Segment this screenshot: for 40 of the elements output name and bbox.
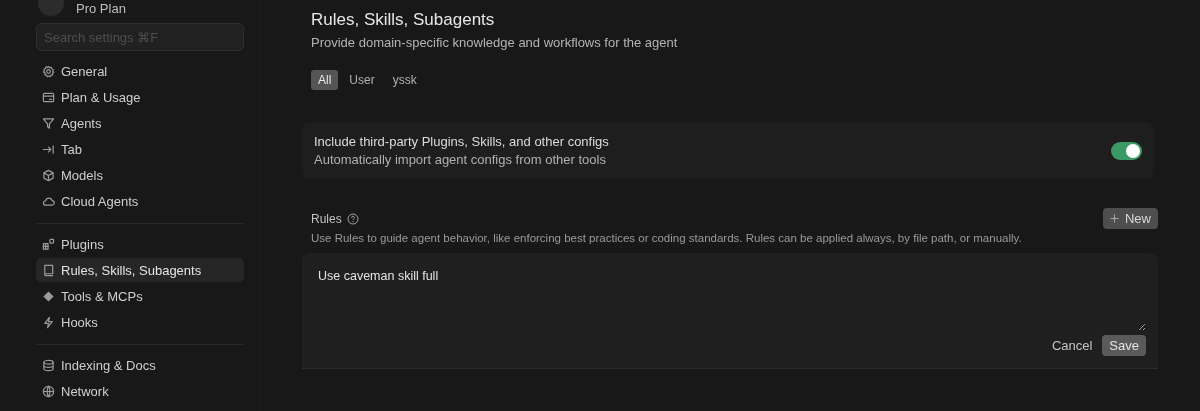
filter-tab[interactable]: yssk <box>385 70 424 90</box>
sidebar-item[interactable]: Hooks <box>36 310 244 334</box>
sidebar-item[interactable]: Plugins <box>36 232 244 256</box>
sidebar-item[interactable]: Indexing & Docs <box>36 353 244 377</box>
bolt-icon <box>42 315 55 329</box>
toggle-switch[interactable] <box>1111 141 1142 160</box>
sidebar-item[interactable]: General <box>36 59 244 83</box>
globe-icon <box>42 384 55 398</box>
filter-tab[interactable]: User <box>342 70 382 90</box>
book-icon <box>42 263 55 277</box>
filter-tab[interactable]: All <box>311 70 339 90</box>
card-icon <box>42 90 55 104</box>
help-icon[interactable] <box>346 212 359 225</box>
section-description: Use Rules to guide agent behavior, like enforcing best practices or coding standards. Rules can be applied always, by file path, or manually. <box>311 232 1023 244</box>
section-title: Rules <box>311 211 342 226</box>
gear-icon <box>42 64 55 78</box>
page-title: Rules, Skills, Subagents <box>311 9 496 31</box>
sidebar-item[interactable]: Cloud Agents <box>36 189 244 213</box>
plus-icon <box>1110 214 1119 223</box>
setting-title: Include third-party Plugins, Skills, and other configs <box>314 134 609 149</box>
rule-editor-field[interactable]: Use caveman skill full Cancel Save <box>302 253 1158 369</box>
save-button[interactable]: Save <box>1102 335 1146 356</box>
setting-description: Automatically import agent configs from other tools <box>314 152 607 167</box>
sidebar-item[interactable]: Models <box>36 163 244 187</box>
cube-icon <box>42 168 55 182</box>
sidebar-item[interactable]: Tools & MCPs <box>36 284 244 308</box>
sidebar-item[interactable]: Rules, Skills, Subagents <box>36 258 244 282</box>
new-button[interactable]: New <box>1103 208 1158 229</box>
page-subtitle: Provide domain-specific knowledge and workflows for the agent <box>311 35 679 50</box>
sidebar-item[interactable]: Tab <box>36 137 244 161</box>
database-icon <box>42 358 55 372</box>
sidebar-item[interactable]: Agents <box>36 111 244 135</box>
blocks-icon <box>42 237 55 251</box>
plan-label: Pro Plan <box>76 2 126 16</box>
cancel-button[interactable]: Cancel <box>1051 336 1093 355</box>
sidebar-item[interactable]: Plan & Usage <box>36 85 244 109</box>
funnel-icon <box>42 116 55 130</box>
sidebar-item[interactable]: Network <box>36 379 244 403</box>
arrow-to-bar-icon <box>42 142 55 156</box>
diamond-icon <box>42 289 55 303</box>
